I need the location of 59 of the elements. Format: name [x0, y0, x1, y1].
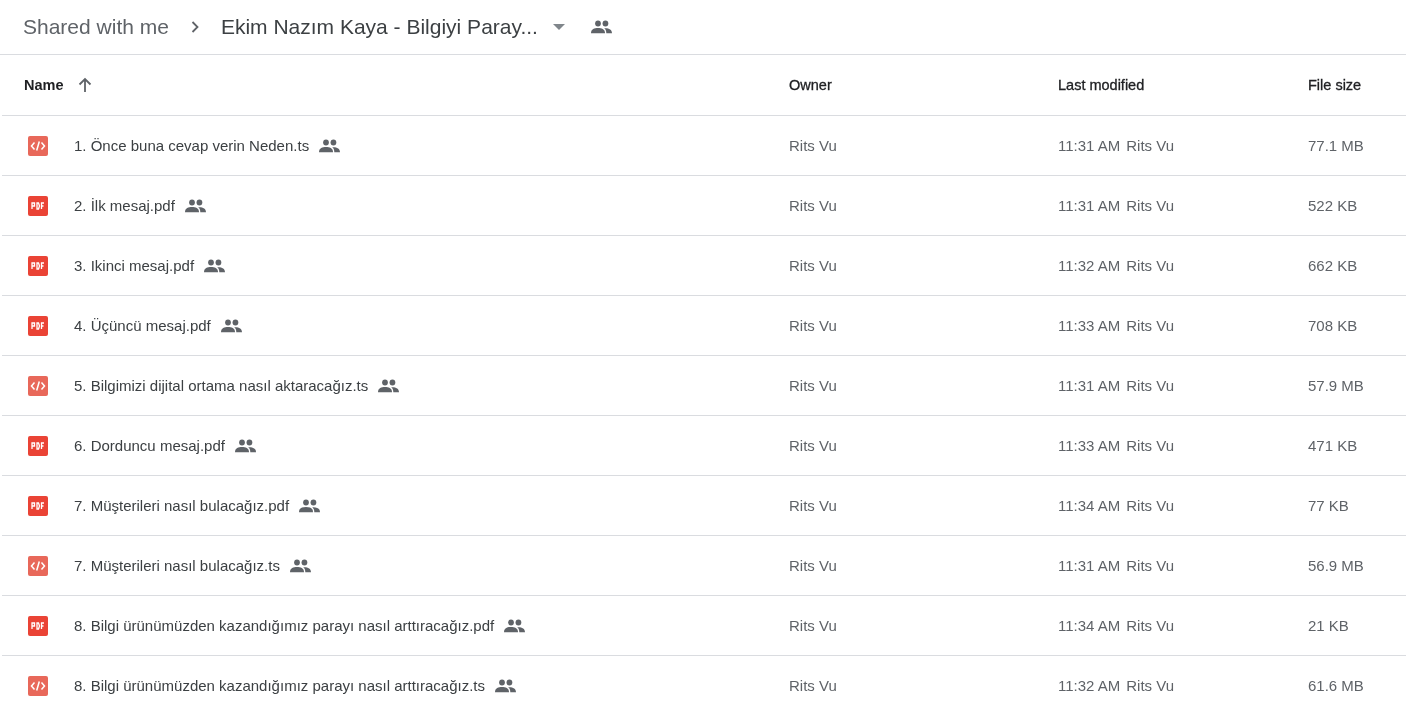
owner-name: Rits Vu: [789, 257, 837, 274]
file-name[interactable]: 1. Önce buna cevap verin Neden.ts: [74, 137, 310, 154]
owner-name: Rits Vu: [789, 377, 837, 394]
column-header[interactable]: Owner: [789, 77, 832, 93]
caret-down-icon[interactable]: [552, 24, 565, 30]
file-name[interactable]: 2. İlk mesaj.pdf: [74, 197, 175, 214]
modified-time: 11:31 AM: [1058, 377, 1121, 394]
owner-name: Rits Vu: [789, 497, 837, 514]
modified-by: Rits Vu: [1126, 317, 1175, 334]
file-size: 662 KB: [1308, 257, 1358, 274]
modified-time: 11:33 AM: [1058, 437, 1121, 454]
modified-by: Rits Vu: [1126, 617, 1175, 634]
file-name[interactable]: 7. Müşterileri nasıl bulacağız.ts: [74, 557, 280, 574]
modified-by: Rits Vu: [1126, 677, 1175, 694]
file-size: 57.9 MB: [1308, 377, 1364, 394]
modified-time: 11:34 AM: [1058, 497, 1121, 514]
modified-by: Rits Vu: [1126, 437, 1175, 454]
file-size: 56.9 MB: [1308, 557, 1364, 574]
modified-time: 11:33 AM: [1058, 317, 1121, 334]
file-size: 522 KB: [1308, 197, 1358, 214]
modified-by: Rits Vu: [1126, 137, 1175, 154]
owner-name: Rits Vu: [789, 437, 837, 454]
file-name[interactable]: 4. Üçüncü mesaj.pdf: [74, 317, 211, 334]
file-size: 77.1 MB: [1308, 137, 1364, 154]
file-size: 61.6 MB: [1308, 677, 1364, 694]
column-header[interactable]: Last modified: [1058, 77, 1145, 93]
modified-time: 11:32 AM: [1058, 677, 1121, 694]
modified-by: Rits Vu: [1126, 257, 1175, 274]
file-name[interactable]: 6. Dorduncu mesaj.pdf: [74, 437, 225, 454]
owner-name: Rits Vu: [789, 617, 837, 634]
owner-name: Rits Vu: [789, 317, 837, 334]
column-header[interactable]: Name: [24, 77, 64, 93]
breadcrumb-link[interactable]: Shared with me: [23, 15, 169, 39]
file-size: 471 KB: [1308, 437, 1358, 454]
modified-time: 11:34 AM: [1058, 617, 1121, 634]
file-size: 21 KB: [1308, 617, 1349, 634]
file-name[interactable]: 3. Ikinci mesaj.pdf: [74, 257, 195, 274]
modified-time: 11:31 AM: [1058, 197, 1121, 214]
owner-name: Rits Vu: [789, 557, 837, 574]
modified-by: Rits Vu: [1126, 557, 1175, 574]
file-name[interactable]: 5. Bilgimizi dijital ortama nasıl aktaracağız.ts: [74, 377, 369, 394]
file-name[interactable]: 7. Müşterileri nasıl bulacağız.pdf: [74, 497, 290, 514]
column-header[interactable]: File size: [1308, 77, 1362, 93]
file-size: 77 KB: [1308, 497, 1349, 514]
modified-time: 11:31 AM: [1058, 557, 1121, 574]
owner-name: Rits Vu: [789, 677, 837, 694]
owner-name: Rits Vu: [789, 197, 837, 214]
file-size: 708 KB: [1308, 317, 1358, 334]
sort-arrow-icon[interactable]: [77, 77, 92, 93]
modified-by: Rits Vu: [1126, 377, 1175, 394]
file-name[interactable]: 8. Bilgi ürünümüzden kazandığımız parayı nasıl arttıracağız.pdf: [74, 617, 495, 634]
modified-by: Rits Vu: [1126, 497, 1175, 514]
modified-time: 11:31 AM: [1058, 137, 1121, 154]
modified-by: Rits Vu: [1126, 197, 1175, 214]
folder-title[interactable]: Ekim Nazım Kaya - Bilgiyi Paray...: [220, 15, 538, 39]
chevron-right-icon: [190, 21, 199, 33]
modified-time: 11:32 AM: [1058, 257, 1121, 274]
owner-name: Rits Vu: [789, 137, 837, 154]
file-name[interactable]: 8. Bilgi ürünümüzden kazandığımız parayı nasıl arttıracağız.ts: [74, 677, 486, 694]
